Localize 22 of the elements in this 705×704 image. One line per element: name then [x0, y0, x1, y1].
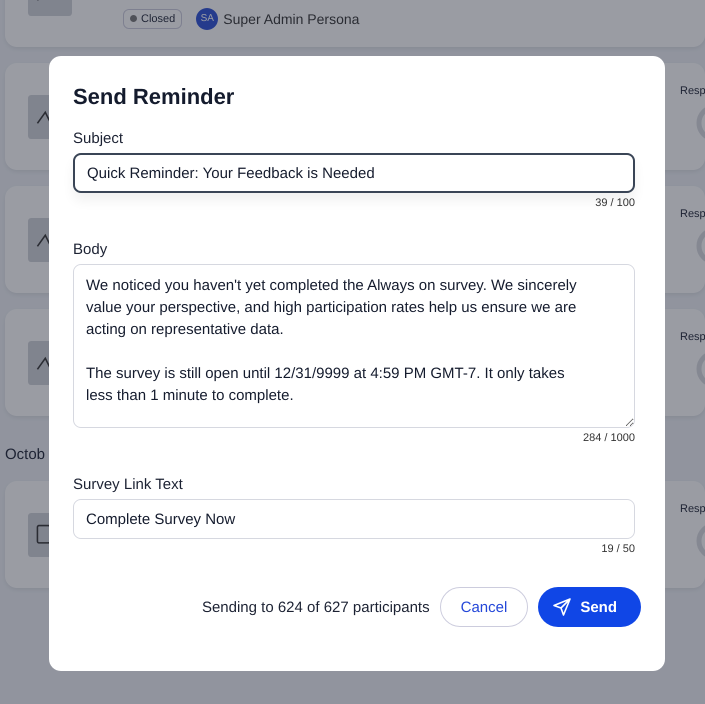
field-label: Survey Link Text	[73, 476, 184, 493]
dialog-title: Send Reminder	[73, 84, 236, 110]
response-label: Resp	[680, 208, 705, 220]
avatar: SA	[196, 8, 218, 30]
cancel-button[interactable]: Cancel	[440, 587, 528, 627]
character-counter: 39 / 100	[595, 197, 635, 209]
status-badge: Closed	[123, 8, 182, 28]
owner-name: Super Admin Persona	[223, 10, 360, 26]
character-counter: 284 / 1000	[583, 432, 635, 444]
character-counter: 19 / 50	[601, 543, 635, 555]
section-heading: Octob	[5, 446, 46, 463]
send-icon	[552, 597, 572, 617]
response-label: Resp	[680, 503, 705, 515]
subject-field[interactable]: Quick Reminder: Your Feedback is Needed	[73, 153, 635, 193]
field-label: Subject	[73, 130, 124, 147]
field-label: Body	[73, 241, 108, 258]
body-field[interactable]: We noticed you haven't yet completed the Always on survey. We sincerely value your perspective, and high participation rates help us ensure we are acting on representative data. The survey is still open until 12/31/9999 at 4:59 PM GMT-7. It only takes less than 1 minute to complete.	[73, 264, 635, 428]
link-text-field[interactable]: Complete Survey Now	[73, 499, 635, 539]
response-label: Resp	[680, 85, 705, 97]
response-label: Resp	[680, 331, 705, 343]
recipients-text: Sending to 624 of 627 participants	[202, 598, 430, 616]
send-button[interactable]: Send	[538, 587, 641, 627]
